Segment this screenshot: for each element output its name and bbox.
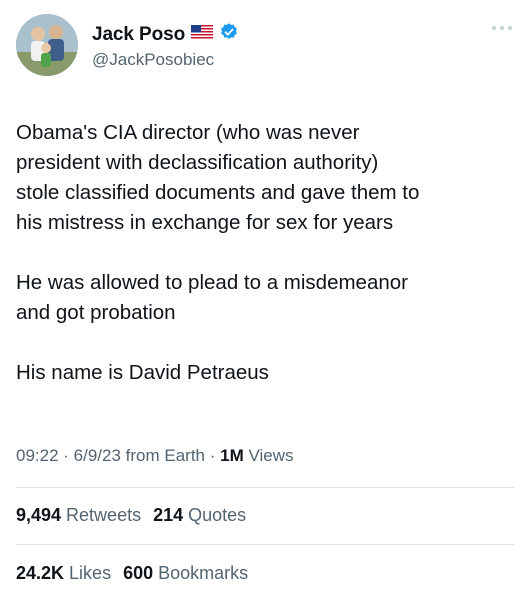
bookmarks-link[interactable]: 600 Bookmarks bbox=[123, 563, 248, 583]
bookmarks-count: 600 bbox=[123, 563, 154, 583]
quotes-link[interactable]: 214 Quotes bbox=[153, 505, 246, 525]
views-label: Views bbox=[243, 446, 294, 465]
stats-row-retweets: 9,494 Retweets 214 Quotes bbox=[16, 505, 246, 526]
divider bbox=[16, 544, 514, 545]
tweet-time[interactable]: 09:22 bbox=[16, 446, 59, 465]
views-count[interactable]: 1M bbox=[220, 446, 244, 465]
handle[interactable]: @JackPosobiec bbox=[92, 50, 214, 70]
tweet-paragraph: Obama's CIA director (who was never pres… bbox=[16, 121, 420, 234]
retweets-link[interactable]: 9,494 Retweets bbox=[16, 505, 141, 525]
us-flag-icon bbox=[191, 24, 214, 45]
meta-separator: · bbox=[58, 446, 74, 465]
name-row: Jack Poso bbox=[92, 22, 239, 47]
more-options-icon[interactable] bbox=[490, 20, 514, 30]
divider bbox=[16, 487, 514, 488]
tweet-paragraph: His name is David Petraeus bbox=[16, 361, 269, 384]
retweets-count: 9,494 bbox=[16, 505, 62, 525]
tweet-meta: 09:22 · 6/9/23 from Earth · 1M Views bbox=[16, 446, 294, 466]
likes-count: 24.2K bbox=[16, 563, 65, 583]
verified-badge-icon bbox=[219, 22, 239, 47]
avatar-photo bbox=[16, 14, 78, 76]
quotes-label: Quotes bbox=[188, 505, 247, 525]
tweet-header: Jack Poso @JackPosobiec bbox=[16, 14, 514, 78]
tweet-date[interactable]: 6/9/23 bbox=[74, 446, 121, 465]
avatar[interactable] bbox=[16, 14, 78, 76]
likes-link[interactable]: 24.2K Likes bbox=[16, 563, 111, 583]
quotes-count: 214 bbox=[153, 505, 184, 525]
stats-row-likes: 24.2K Likes 600 Bookmarks bbox=[16, 563, 248, 584]
meta-separator: · bbox=[205, 446, 221, 465]
likes-label: Likes bbox=[69, 563, 112, 583]
display-name[interactable]: Jack Poso bbox=[92, 24, 185, 46]
tweet-paragraph: He was allowed to plead to a misdemeanor… bbox=[16, 271, 408, 324]
retweets-label: Retweets bbox=[66, 505, 142, 525]
bookmarks-label: Bookmarks bbox=[158, 563, 249, 583]
tweet-source: from Earth bbox=[120, 446, 206, 465]
tweet-body: Obama's CIA director (who was never pres… bbox=[16, 118, 514, 418]
